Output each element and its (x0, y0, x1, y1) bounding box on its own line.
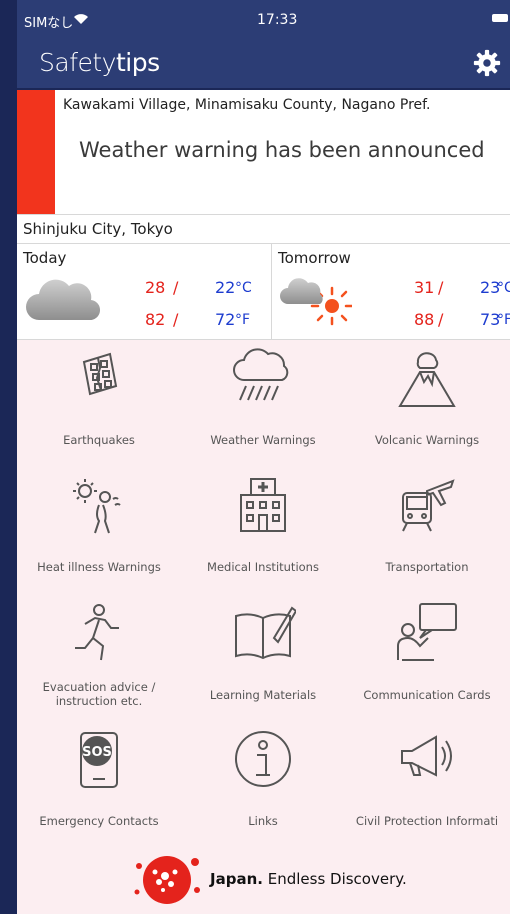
today-label: Today (23, 249, 67, 267)
menu-weather-warnings[interactable]: Weather Warnings (181, 340, 345, 467)
slash: / (173, 310, 179, 329)
brand-tagline: Japan. Endless Discovery. (210, 870, 407, 888)
heatstroke-icon (73, 479, 121, 534)
menu-communication-cards[interactable]: Communication Cards (345, 594, 509, 721)
carrier-label: SIMなし (24, 16, 74, 31)
status-bar: SIMなし 17:33 (17, 0, 510, 40)
unit-celsius: °C (497, 280, 510, 296)
app-title-bold: tips (115, 48, 160, 77)
menu-transportation[interactable]: Transportation (345, 467, 509, 594)
menu-label: Heat illness Warnings (37, 560, 161, 574)
open-book-icon (235, 606, 296, 660)
info-icon (235, 731, 291, 787)
menu-evacuation[interactable]: Evacuation advice / instruction etc. (17, 594, 181, 721)
brand-bold: Japan. (210, 870, 263, 888)
menu-label: Emergency Contacts (39, 814, 159, 828)
menu-volcanic-warnings[interactable]: Volcanic Warnings (345, 340, 509, 467)
cherry-blossom-logo (134, 856, 200, 904)
menu-grid: Earthquakes Weather Warnings Volcanic Wa… (17, 340, 510, 914)
status-time: 17:33 (257, 12, 298, 28)
hospital-icon (240, 478, 286, 532)
menu-heat-illness[interactable]: Heat illness Warnings (17, 467, 181, 594)
brand-rest: Endless Discovery. (262, 870, 407, 888)
slash: / (438, 310, 444, 329)
unit-fahrenheit: °F (235, 312, 251, 328)
menu-label: Earthquakes (63, 433, 135, 447)
unit-fahrenheit: °F (497, 312, 510, 328)
menu-earthquakes[interactable]: Earthquakes (17, 340, 181, 467)
running-person-icon (75, 604, 119, 661)
alert-location: Kawakami Village, Minamisaku County, Nag… (63, 97, 431, 113)
megaphone-icon (401, 735, 452, 777)
weather-tomorrow: Tomorrow 31 / 23 °C 88 / 73 °F (272, 244, 510, 339)
volcano-icon (398, 352, 456, 407)
alert-color-bar (17, 90, 55, 214)
menu-learning-materials[interactable]: Learning Materials (181, 594, 345, 721)
today-low-c: 22 (215, 278, 236, 297)
today-high-c: 28 (145, 278, 166, 297)
weather-panel[interactable]: Shinjuku City, Tokyo Today 28 / 22 °C 82… (17, 215, 510, 340)
menu-civil-protection[interactable]: Civil Protection Informati (345, 721, 509, 848)
today-high-f: 82 (145, 310, 166, 329)
today-low-f: 72 (215, 310, 236, 329)
tomorrow-high-f: 88 (414, 310, 435, 329)
weather-city: Shinjuku City, Tokyo (23, 220, 173, 238)
tomorrow-label: Tomorrow (278, 249, 351, 267)
menu-label: Transportation (385, 560, 469, 574)
speech-person-icon (397, 603, 457, 661)
gear-icon[interactable] (472, 48, 502, 78)
slash: / (173, 278, 179, 297)
menu-links[interactable]: Links (181, 721, 345, 848)
menu-medical-institutions[interactable]: Medical Institutions (181, 467, 345, 594)
train-plane-icon (402, 479, 455, 532)
app-title: Safetytips (39, 48, 160, 77)
slash: / (438, 278, 444, 297)
app-title-light: Safety (39, 48, 116, 77)
weather-alert-banner[interactable]: Kawakami Village, Minamisaku County, Nag… (17, 90, 510, 215)
menu-label: Communication Cards (363, 688, 491, 702)
tomorrow-high-c: 31 (414, 278, 435, 297)
menu-label: Civil Protection Informati (355, 814, 499, 828)
menu-label: Volcanic Warnings (374, 433, 480, 447)
rain-cloud-icon (233, 348, 289, 401)
menu-label: Links (248, 814, 278, 828)
cloud-icon (26, 279, 101, 321)
cracked-building-icon (82, 352, 118, 396)
menu-emergency-contacts[interactable]: SOS Emergency Contacts (17, 721, 181, 848)
nav-bar: Safetytips (17, 40, 510, 88)
weather-today: Today 28 / 22 °C 82 / 72 °F (17, 244, 272, 339)
app-screen: SIMなし 17:33 Safetytips Kawakami Village,… (17, 0, 510, 914)
sos-phone-icon: SOS (80, 732, 118, 788)
menu-label: Weather Warnings (210, 433, 316, 447)
cloud-sun-icon (280, 278, 352, 326)
battery-icon (492, 14, 508, 22)
wifi-icon (74, 14, 88, 24)
menu-label: Medical Institutions (207, 560, 319, 574)
footer: Japan. Endless Discovery. (17, 848, 510, 914)
menu-label: Evacuation advice / instruction etc. (42, 680, 156, 708)
unit-celsius: °C (235, 280, 252, 296)
menu-label: Learning Materials (209, 688, 317, 702)
alert-message: Weather warning has been announced (79, 138, 485, 162)
svg-text:SOS: SOS (82, 745, 112, 760)
